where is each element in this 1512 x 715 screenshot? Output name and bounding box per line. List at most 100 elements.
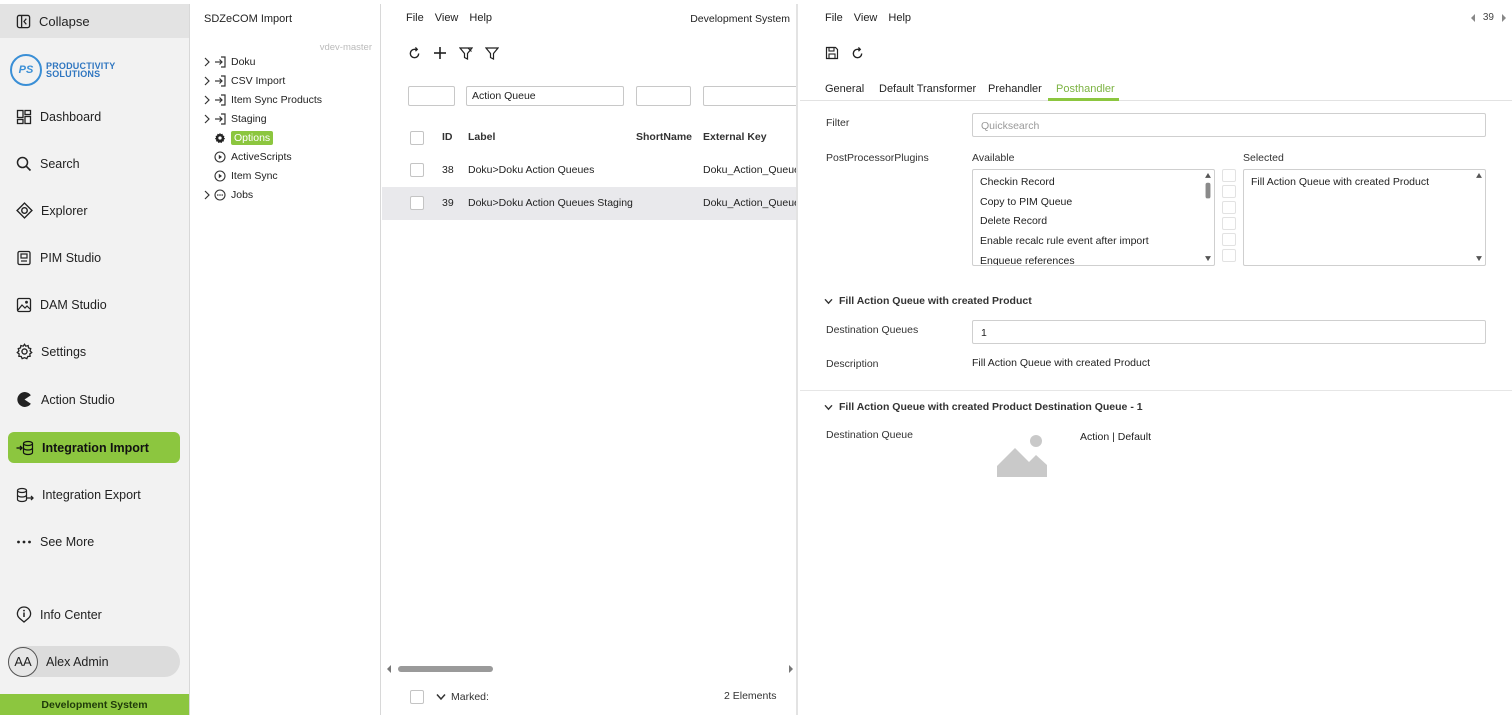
chevron-right-icon[interactable] (202, 95, 212, 105)
tree-node-staging[interactable]: Staging (202, 110, 267, 128)
nav-pim-studio[interactable]: PIM Studio (8, 242, 180, 273)
filter-button[interactable] (485, 46, 499, 60)
list-footer: Marked: 2 Elements (382, 690, 796, 704)
user-menu[interactable]: AA Alex Admin (8, 646, 180, 677)
move-right-button[interactable] (1222, 185, 1236, 198)
grid-header: ID Label ShortName External Key (382, 131, 796, 145)
tree-node-item-sync-products[interactable]: Item Sync Products (202, 91, 322, 109)
destination-queue-value[interactable]: Action | Default (1080, 431, 1151, 443)
previous-record-icon[interactable] (1469, 13, 1477, 23)
collapse-label: Collapse (39, 13, 90, 29)
tree-node-jobs[interactable]: Jobs (202, 186, 253, 204)
list-item[interactable]: Checkin Record (980, 176, 1055, 188)
destination-queues-input[interactable]: 1 (972, 320, 1486, 344)
table-row[interactable]: 39 Doku>Doku Action Queues Staging Doku_… (382, 187, 796, 220)
list-item[interactable]: Delete Record (980, 215, 1047, 227)
menu-file[interactable]: File (825, 12, 843, 26)
nav-search[interactable]: Search (8, 148, 180, 179)
nav-label: DAM Studio (40, 297, 107, 312)
list-item[interactable]: Fill Action Queue with created Product (1251, 176, 1429, 188)
row-checkbox[interactable] (410, 163, 424, 177)
collapse-button[interactable]: Collapse (0, 4, 189, 38)
mark-all-checkbox[interactable] (410, 690, 424, 704)
list-item[interactable]: Copy to PIM Queue (980, 196, 1072, 208)
move-up-button[interactable] (1222, 201, 1236, 214)
info-icon (16, 606, 32, 623)
save-button[interactable] (825, 46, 839, 60)
menu-view[interactable]: View (435, 12, 459, 26)
nav-action-studio[interactable]: Action Studio (8, 384, 180, 415)
column-label[interactable]: Label (468, 131, 495, 143)
tree-node-activescripts[interactable]: ActiveScripts (202, 148, 292, 166)
column-shortname[interactable]: ShortName (636, 131, 692, 143)
filter-id-input[interactable] (408, 86, 455, 106)
list-item[interactable]: Enable recalc rule event after import (980, 235, 1149, 247)
chevron-right-icon[interactable] (202, 57, 212, 67)
list-item[interactable]: Enqueue references (980, 255, 1075, 265)
section-fill-action-queue-header[interactable]: Fill Action Queue with created Product (824, 295, 1032, 307)
tab-general[interactable]: General (825, 83, 864, 95)
chevron-down-icon[interactable] (436, 693, 446, 701)
detail-toolbar (825, 46, 876, 60)
move-left-button[interactable] (1222, 233, 1236, 246)
play-icon (214, 170, 226, 182)
tree-node-csv-import[interactable]: CSV Import (202, 72, 285, 90)
nav-explorer[interactable]: Explorer (8, 195, 180, 226)
tab-prehandler[interactable]: Prehandler (988, 83, 1042, 95)
refresh-button[interactable] (851, 46, 864, 60)
tree-node-options[interactable]: Options (202, 129, 274, 147)
move-all-left-button[interactable] (1222, 249, 1236, 262)
menu-help[interactable]: Help (888, 12, 911, 26)
filter-external-key-input[interactable] (703, 86, 796, 106)
tree-node-item-sync[interactable]: Item Sync (202, 167, 278, 185)
pim-studio-icon (17, 250, 31, 265)
add-button[interactable] (433, 46, 447, 60)
refresh-button[interactable] (408, 46, 421, 60)
nav-integration-export[interactable]: Integration Export (8, 479, 180, 510)
clear-filter-button[interactable] (459, 46, 473, 60)
section-destination-queue-header[interactable]: Fill Action Queue with created Product D… (824, 401, 1143, 413)
next-record-icon[interactable] (1500, 13, 1508, 23)
chevron-right-icon[interactable] (202, 76, 212, 86)
selected-plugins-list[interactable]: Fill Action Queue with created Product (1243, 169, 1486, 266)
table-row[interactable]: 38 Doku>Doku Action Queues Doku_Action_Q… (382, 154, 798, 187)
nav-settings[interactable]: Settings (8, 336, 180, 367)
quicksearch-input[interactable]: Quicksearch (972, 113, 1486, 137)
column-id[interactable]: ID (442, 131, 453, 143)
system-banner: Development System (0, 694, 189, 715)
row-checkbox[interactable] (410, 196, 424, 210)
move-all-right-button[interactable] (1222, 169, 1236, 182)
chevron-right-icon[interactable] (202, 114, 212, 124)
available-plugins-list[interactable]: Checkin Record Copy to PIM Queue Delete … (972, 169, 1215, 266)
menu-help[interactable]: Help (469, 12, 492, 26)
menu-view[interactable]: View (854, 12, 878, 26)
nav-integration-import[interactable]: Integration Import (8, 432, 180, 463)
cell-id: 38 (442, 164, 454, 176)
vertical-scrollbar[interactable] (1473, 170, 1485, 265)
menu-file[interactable]: File (406, 12, 424, 26)
filter-shortname-input[interactable] (636, 86, 691, 106)
tree-node-doku[interactable]: Doku (202, 53, 256, 71)
column-external-key[interactable]: External Key (703, 131, 767, 143)
tab-default-transformer[interactable]: Default Transformer (879, 83, 976, 95)
logo-mark: PS (10, 54, 42, 86)
destination-queues-label: Destination Queues (826, 324, 919, 336)
tree-node-label: Options (231, 131, 274, 145)
tab-posthandler[interactable]: Posthandler (1056, 83, 1115, 95)
nav-label: See More (40, 534, 95, 549)
nav-dashboard[interactable]: Dashboard (8, 101, 180, 132)
cell-external-key: Doku_Action_Queues (703, 164, 798, 176)
import-icon (16, 440, 34, 455)
move-down-button[interactable] (1222, 217, 1236, 230)
select-all-checkbox[interactable] (410, 131, 424, 145)
nav-dam-studio[interactable]: DAM Studio (8, 289, 180, 320)
detail-panel: File View Help 39 General Default Transf… (800, 4, 1512, 715)
active-tab-indicator (1048, 98, 1119, 101)
horizontal-scrollbar[interactable] (386, 664, 796, 674)
nav-info-center[interactable]: Info Center (8, 599, 180, 630)
nav-see-more[interactable]: See More (8, 526, 180, 557)
filter-label-input[interactable]: Action Queue (466, 86, 624, 106)
vertical-scrollbar[interactable] (1202, 170, 1214, 265)
chevron-right-icon[interactable] (202, 190, 212, 200)
system-label: Development System (690, 13, 790, 25)
